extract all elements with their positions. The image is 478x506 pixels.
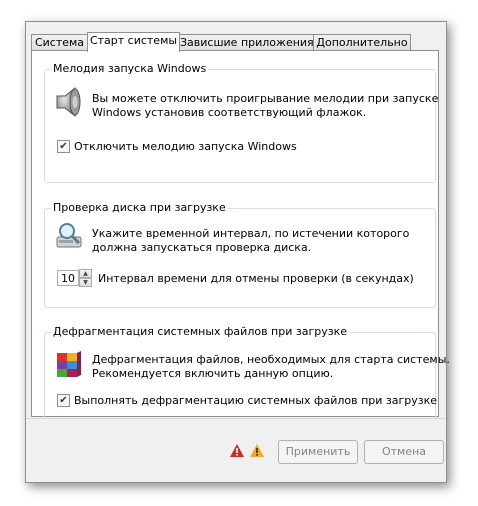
- cancel-button[interactable]: Отмена: [364, 440, 444, 464]
- disk-check-icon: [55, 221, 83, 249]
- enable-defrag-checkbox-row[interactable]: ✔ Выполнять дефрагментацию системных фай…: [57, 394, 437, 407]
- startup-sound-desc-line1: Вы можете отключить проигрывание мелодии…: [92, 92, 439, 105]
- startup-sound-group: Мелодия запуска Windows Вы можете отключ…: [44, 62, 438, 183]
- defrag-desc-line1: Дефрагментация файлов, необходимых для с…: [92, 353, 450, 366]
- button-bar-divider: [26, 418, 446, 419]
- error-icon: [230, 444, 244, 457]
- tab-advanced[interactable]: Дополнительно: [313, 34, 411, 51]
- speaker-icon: [55, 86, 83, 118]
- tab-hung-apps[interactable]: Зависшие приложения: [179, 34, 314, 51]
- defrag-description: Дефрагментация файлов, необходимых для с…: [92, 353, 450, 381]
- disable-startup-sound-checkbox[interactable]: ✔: [57, 140, 70, 153]
- disable-startup-sound-checkbox-row[interactable]: ✔ Отключить мелодию запуска Windows: [57, 140, 297, 153]
- disable-startup-sound-label[interactable]: Отключить мелодию запуска Windows: [74, 140, 297, 153]
- defrag-title: Дефрагментация системных файлов при загр…: [51, 325, 350, 338]
- spinner-buttons: ▲ ▼: [79, 269, 92, 287]
- disk-check-desc-line2: должна запускаться проверка диска.: [92, 241, 312, 254]
- defrag-icon: [55, 349, 83, 377]
- disk-check-description: Укажите временной интервал, по истечении…: [92, 227, 409, 255]
- startup-sound-title: Мелодия запуска Windows: [51, 62, 209, 75]
- tab-startup[interactable]: Старт системы: [87, 32, 180, 52]
- warning-icon: [250, 444, 264, 457]
- settings-window: Система Старт системы Зависшие приложени…: [25, 21, 450, 483]
- check-timeout-label: Интервал времени для отмены проверки (в …: [98, 271, 414, 285]
- check-timeout-input[interactable]: 10: [57, 270, 79, 286]
- check-timeout-spinner[interactable]: 10 ▲ ▼ Интервал времени для отмены прове…: [57, 269, 414, 287]
- defrag-desc-line2: Рекомендуется включить данную опцию.: [92, 367, 334, 380]
- enable-defrag-label[interactable]: Выполнять дефрагментацию системных файло…: [74, 394, 437, 407]
- spinner-down-icon[interactable]: ▼: [79, 278, 92, 287]
- apply-button[interactable]: Применить: [278, 440, 358, 464]
- tab-panel: Мелодия запуска Windows Вы можете отключ…: [31, 50, 450, 437]
- spinner-up-icon[interactable]: ▲: [79, 269, 92, 278]
- startup-sound-description: Вы можете отключить проигрывание мелодии…: [92, 92, 438, 120]
- startup-sound-desc-line2: Windows установив соответствующий флажок…: [92, 106, 367, 119]
- tab-system[interactable]: Система: [31, 34, 88, 51]
- button-bar: Применить Отмена: [26, 418, 446, 482]
- disk-check-group: Проверка диска при загрузке Укажите врем…: [44, 201, 436, 308]
- disk-check-title: Проверка диска при загрузке: [51, 201, 228, 214]
- enable-defrag-checkbox[interactable]: ✔: [57, 394, 70, 407]
- disk-check-desc-line1: Укажите временной интервал, по истечении…: [92, 227, 410, 240]
